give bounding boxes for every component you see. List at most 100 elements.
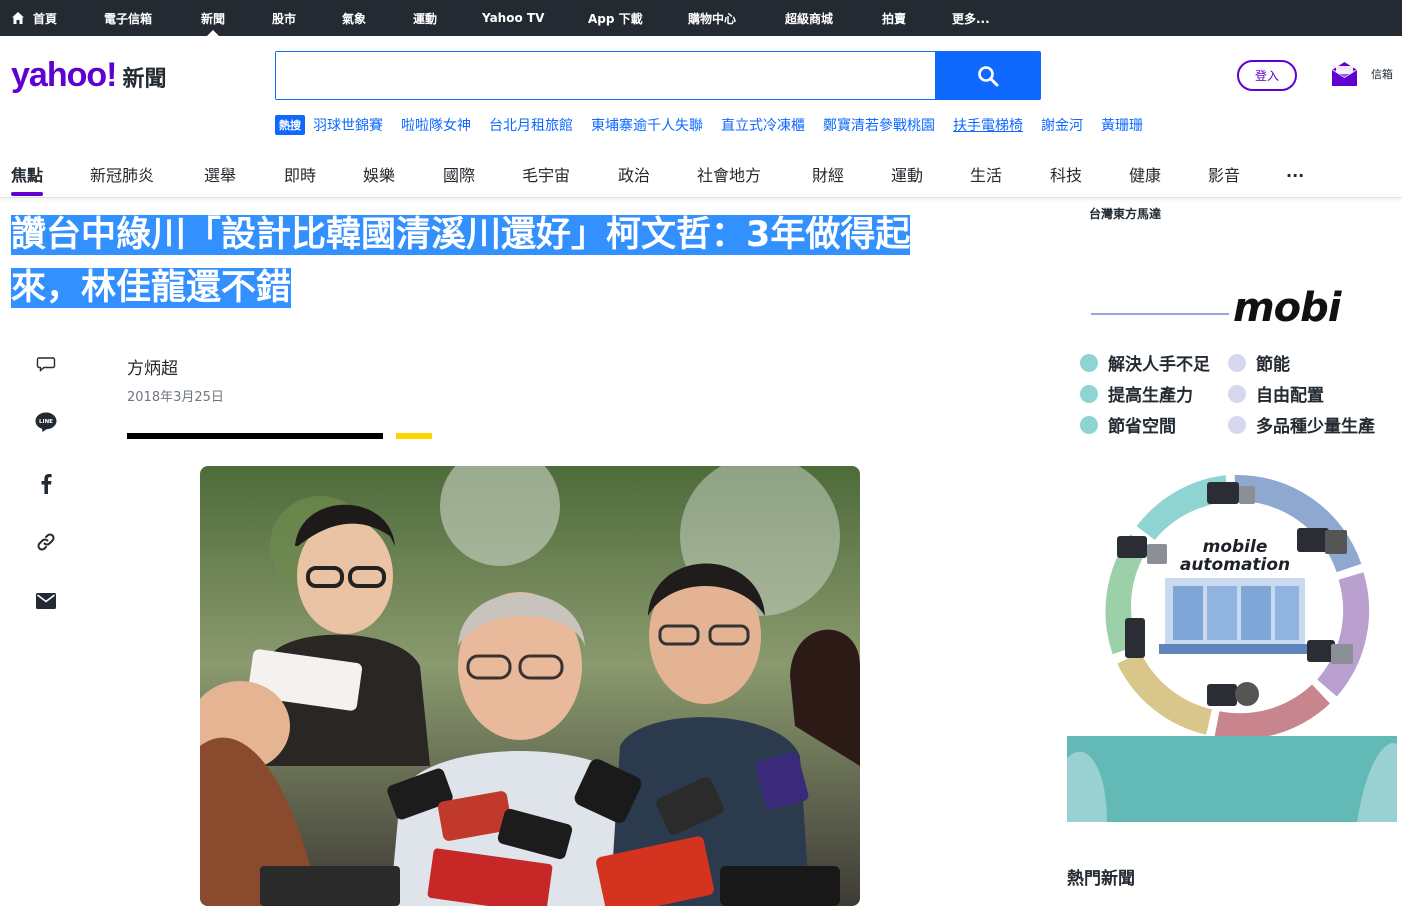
tab-finance[interactable]: 財經 — [812, 162, 844, 186]
trending-link[interactable]: 謝金河 — [1041, 115, 1083, 135]
comment-button[interactable] — [33, 351, 59, 377]
byline-divider-accent — [396, 433, 432, 439]
topnav-mail[interactable]: 電子信箱 — [104, 0, 152, 36]
topnav-news[interactable]: 新聞 — [201, 0, 225, 36]
bullet-dot — [1228, 415, 1246, 434]
logo-section: 新聞 — [122, 67, 167, 92]
trending-link[interactable]: 台北月租旅館 — [489, 115, 573, 135]
topnav-shopping[interactable]: 購物中心 — [688, 0, 736, 36]
facebook-icon — [41, 474, 52, 494]
tab-latest[interactable]: 即時 — [284, 162, 316, 186]
search-button[interactable] — [935, 52, 1040, 99]
ad-feature-label: 多品種少量生產 — [1256, 417, 1375, 437]
trending-link[interactable]: 黃珊珊 — [1101, 115, 1143, 135]
ad-divider — [1091, 313, 1229, 315]
ad-automation-graphic[interactable]: mobile automation — [1067, 468, 1397, 822]
ad-feature-label: 節省空間 — [1108, 417, 1176, 437]
topnav-mall[interactable]: 超級商城 — [785, 0, 833, 36]
article-photo — [200, 466, 860, 906]
topnav-weather[interactable]: 氣象 — [342, 0, 366, 36]
ad-brand-logo[interactable]: mobi — [1233, 285, 1342, 331]
topnav-label: 首頁 — [33, 11, 58, 26]
copy-link-button[interactable] — [33, 529, 59, 555]
topnav-stocks[interactable]: 股市 — [272, 0, 296, 36]
tab-sports[interactable]: 運動 — [891, 162, 923, 186]
email-icon — [36, 593, 56, 609]
ad-wheel-line2: automation — [1180, 555, 1290, 575]
article-author[interactable]: 方炳超 — [127, 354, 178, 379]
ad-feature: 節省空間 — [1080, 412, 1176, 437]
ad-feature-label: 自由配置 — [1256, 386, 1324, 406]
tab-society[interactable]: 社會地方 — [697, 162, 761, 186]
tab-life[interactable]: 生活 — [970, 162, 1002, 186]
topnav-app-download[interactable]: App 下載 — [588, 0, 643, 36]
search-input[interactable] — [276, 52, 935, 99]
ad-feature: 自由配置 — [1228, 381, 1324, 406]
search-icon — [977, 65, 998, 86]
ad-feature: 節能 — [1228, 350, 1290, 375]
ad-feature-label: 提高生產力 — [1108, 386, 1193, 406]
trending-badge: 熱搜 — [275, 115, 305, 135]
login-button[interactable]: 登入 — [1237, 60, 1297, 91]
trending-link[interactable]: 啦啦隊女神 — [401, 115, 471, 135]
category-nav: 焦點 新冠肺炎 選舉 即時 娛樂 國際 毛宇宙 政治 社會地方 財經 運動 生活… — [0, 150, 1402, 198]
topnav-auction[interactable]: 拍賣 — [882, 0, 906, 36]
line-share-button[interactable]: LINE — [33, 409, 59, 435]
headline-line: 來，林佳龍還不錯 — [11, 268, 292, 308]
yahoo-news-logo[interactable]: yahoo! 新聞 — [11, 56, 166, 95]
tab-international[interactable]: 國際 — [443, 162, 475, 186]
tab-tech[interactable]: 科技 — [1050, 162, 1082, 186]
tab-entertainment[interactable]: 娛樂 — [363, 162, 395, 186]
tab-election[interactable]: 選舉 — [204, 162, 236, 186]
comment-icon — [36, 357, 56, 373]
tab-pets[interactable]: 毛宇宙 — [522, 162, 570, 186]
trending-link[interactable]: 東埔寨逾千人失聯 — [591, 115, 703, 135]
bullet-dot — [1228, 353, 1246, 372]
topnav-label: 新聞 — [201, 11, 226, 26]
topnav-home[interactable]: 首頁 — [11, 0, 57, 36]
bullet-dot — [1228, 384, 1246, 403]
trending-searches: 熱搜 羽球世錦賽 啦啦隊女神 台北月租旅館 東埔寨逾千人失聯 直立式冷凍櫃 鄭寶… — [275, 115, 1161, 135]
mail-label: 信箱 — [1371, 68, 1393, 81]
top-nav-bar: 首頁 電子信箱 新聞 股市 氣象 運動 Yahoo TV App 下載 購物中心… — [0, 0, 1402, 36]
link-icon — [37, 533, 55, 551]
home-icon — [12, 12, 24, 24]
svg-text:LINE: LINE — [39, 419, 53, 425]
headline-line: 讚台中綠川「設計比韓國清溪川還好」柯文哲：3年做得起 — [11, 215, 911, 255]
hot-news-heading: 熱門新聞 — [1067, 869, 1135, 889]
tab-more[interactable]: ... — [1286, 162, 1304, 181]
trending-link[interactable]: 鄭寶清若參戰桃園 — [823, 115, 935, 135]
email-share-button[interactable] — [33, 588, 59, 614]
tab-focus[interactable]: 焦點 — [11, 162, 44, 196]
ad-wheel-line1: mobile — [1203, 537, 1268, 557]
ad-feature: 多品種少量生產 — [1228, 412, 1375, 437]
logo-wordmark: yahoo! — [11, 56, 117, 94]
topnav-more[interactable]: 更多... — [952, 0, 990, 36]
ad-feature-label: 節能 — [1256, 355, 1290, 375]
topnav-yahoo-tv[interactable]: Yahoo TV — [482, 0, 544, 36]
article-date: 2018年3月25日 — [127, 390, 224, 405]
ad-advertiser[interactable]: 台灣東方馬達 — [1089, 205, 1161, 222]
bullet-dot — [1080, 415, 1098, 434]
search-bar — [275, 51, 1041, 100]
byline-divider — [127, 433, 383, 439]
mail-link[interactable]: 信箱 — [1331, 61, 1393, 87]
ad-feature: 解決人手不足 — [1080, 350, 1210, 375]
tab-video[interactable]: 影音 — [1208, 162, 1240, 186]
ad-feature: 提高生產力 — [1080, 381, 1193, 406]
mail-icon — [1331, 62, 1358, 86]
tab-health[interactable]: 健康 — [1129, 162, 1161, 186]
line-icon: LINE — [35, 412, 57, 432]
bullet-dot — [1080, 353, 1098, 372]
tab-politics[interactable]: 政治 — [618, 162, 650, 186]
bullet-dot — [1080, 384, 1098, 403]
trending-link[interactable]: 羽球世錦賽 — [313, 115, 383, 135]
trending-link[interactable]: 直立式冷凍櫃 — [721, 115, 805, 135]
tab-covid[interactable]: 新冠肺炎 — [90, 162, 154, 186]
trending-link[interactable]: 扶手電梯椅 — [953, 115, 1023, 135]
facebook-share-button[interactable] — [33, 470, 59, 496]
article-headline: 讚台中綠川「設計比韓國清溪川還好」柯文哲：3年做得起 來，林佳龍還不錯 — [11, 209, 1031, 315]
active-indicator — [207, 30, 219, 36]
ad-feature-label: 解決人手不足 — [1108, 355, 1210, 375]
topnav-sports[interactable]: 運動 — [413, 0, 437, 36]
